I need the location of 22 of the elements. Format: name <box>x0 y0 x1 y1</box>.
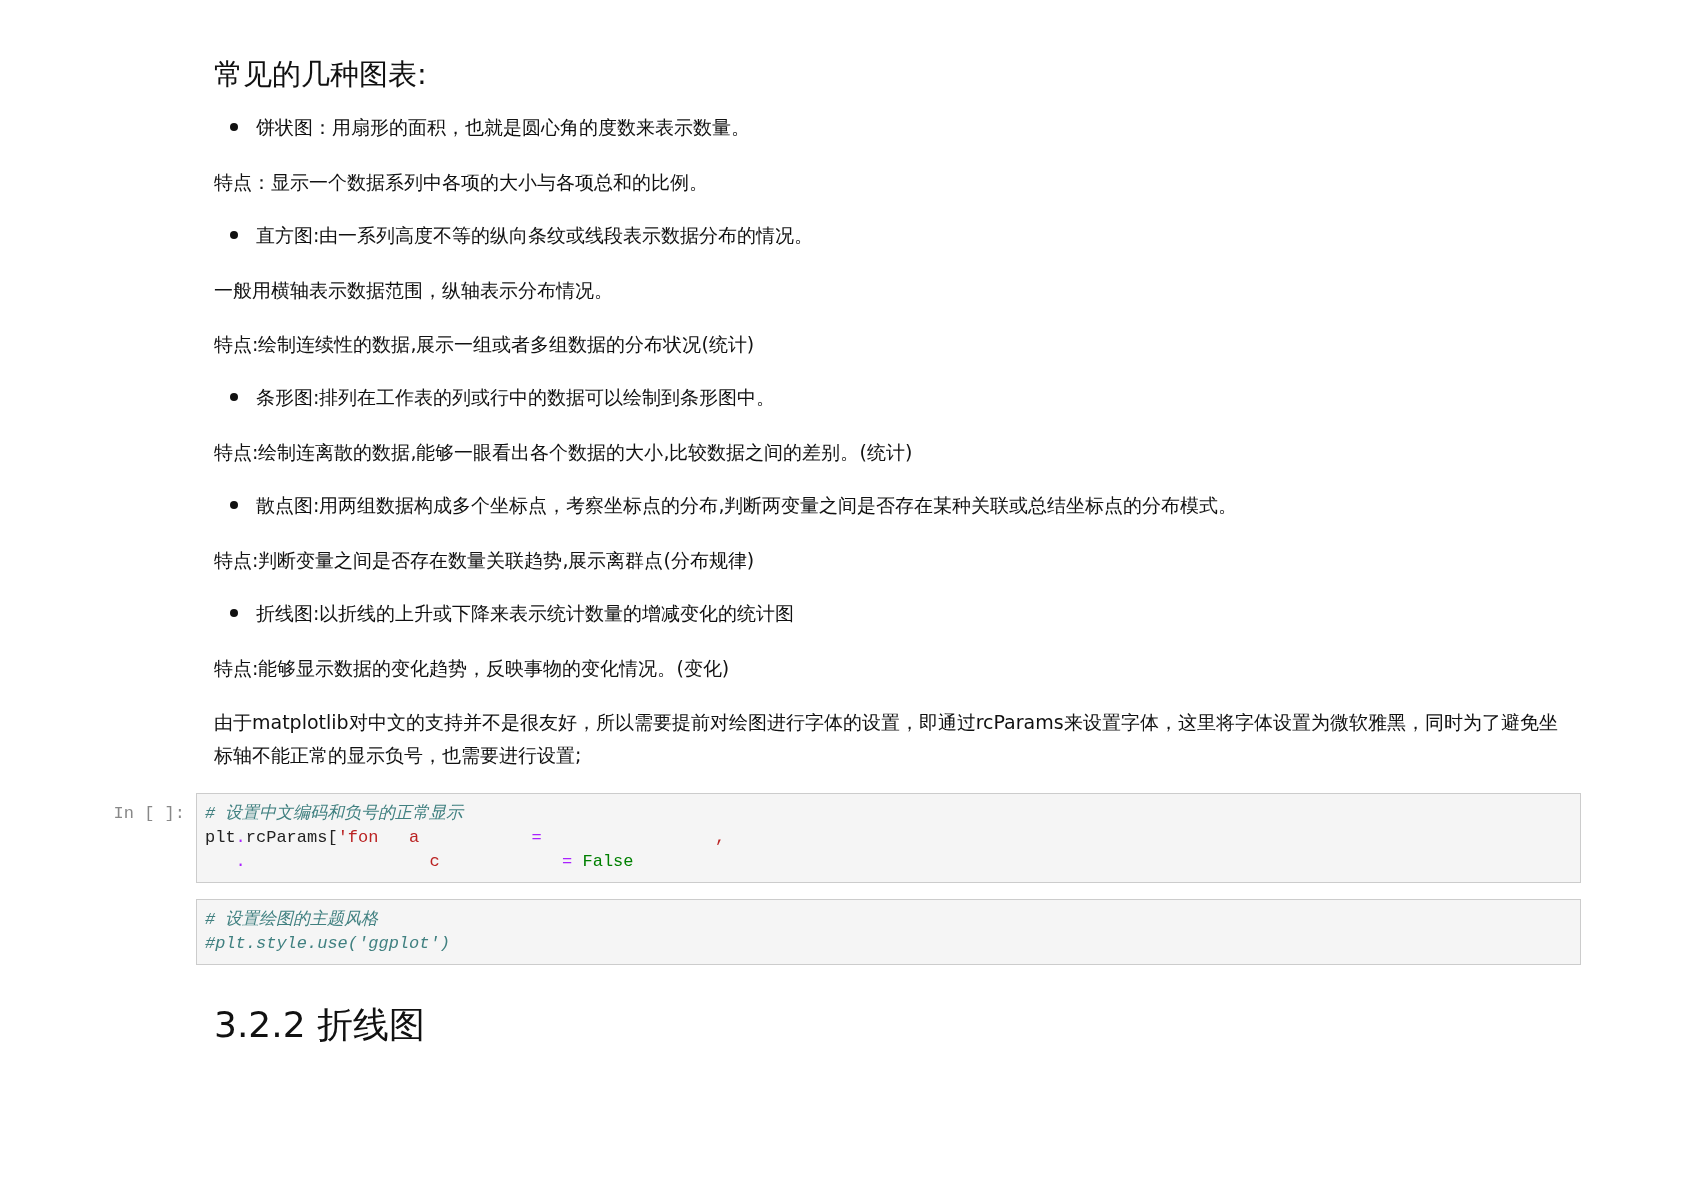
section-heading: 3.2.2 折线图 <box>214 1003 427 1047</box>
section-title: 常见的几种图表: <box>214 56 428 93</box>
paragraph: 特点:绘制连离散的数据,能够一眼看出各个数据的大小,比较数据之间的差别。(统计) <box>214 440 914 465</box>
list-item-text: 直方图:由一系列高度不等的纵向条纹或线段表示数据分布的情况。 <box>256 223 814 248</box>
paragraph: 特点:判断变量之间是否存在数量关联趋势,展示离群点(分布规律) <box>214 548 756 573</box>
paragraph: 特点：显示一个数据系列中各项的大小与各项总和的比例。 <box>214 170 709 195</box>
cell-prompt: In [ ]: <box>113 804 185 823</box>
list-item-text: 条形图:排列在工作表的列或行中的数据可以绘制到条形图中。 <box>256 385 776 410</box>
bullet-icon <box>230 123 238 131</box>
paragraph: 特点:绘制连续性的数据,展示一组或者多组数据的分布状况(统计) <box>214 332 756 357</box>
code-cell[interactable]: # 设置中文编码和负号的正常显示 plt.rcParams['fon a = , . c = False <box>196 793 1581 883</box>
bullet-icon <box>230 231 238 239</box>
bullet-icon <box>230 393 238 401</box>
paragraph: 一般用横轴表示数据范围，纵轴表示分布情况。 <box>214 278 614 303</box>
list-item-text: 折线图:以折线的上升或下降来表示统计数量的增减变化的统计图 <box>256 601 795 626</box>
list-item-text: 饼状图：用扇形的面积，也就是圆心角的度数来表示数量。 <box>256 115 750 140</box>
bullet-icon <box>230 609 238 617</box>
list-item-text: 散点图:用两组数据构成多个坐标点，考察坐标点的分布,判断两变量之间是否存在某种关联或总结坐标点的分布模式。 <box>256 493 1238 518</box>
paragraph: 特点:能够显示数据的变化趋势，反映事物的变化情况。(变化) <box>214 656 731 681</box>
code-cell[interactable]: # 设置绘图的主题风格 #plt.style.use('ggplot') <box>196 899 1581 965</box>
paragraph: 由于matplotlib对中文的支持并不是很友好，所以需要提前对绘图进行字体的设置，即通过rcParams来设置字体，这里将字体设置为微软雅黑，同时为了避免坐标轴不能正常的显示负号，也需要进行设置; <box>214 710 1559 768</box>
bullet-icon <box>230 501 238 509</box>
